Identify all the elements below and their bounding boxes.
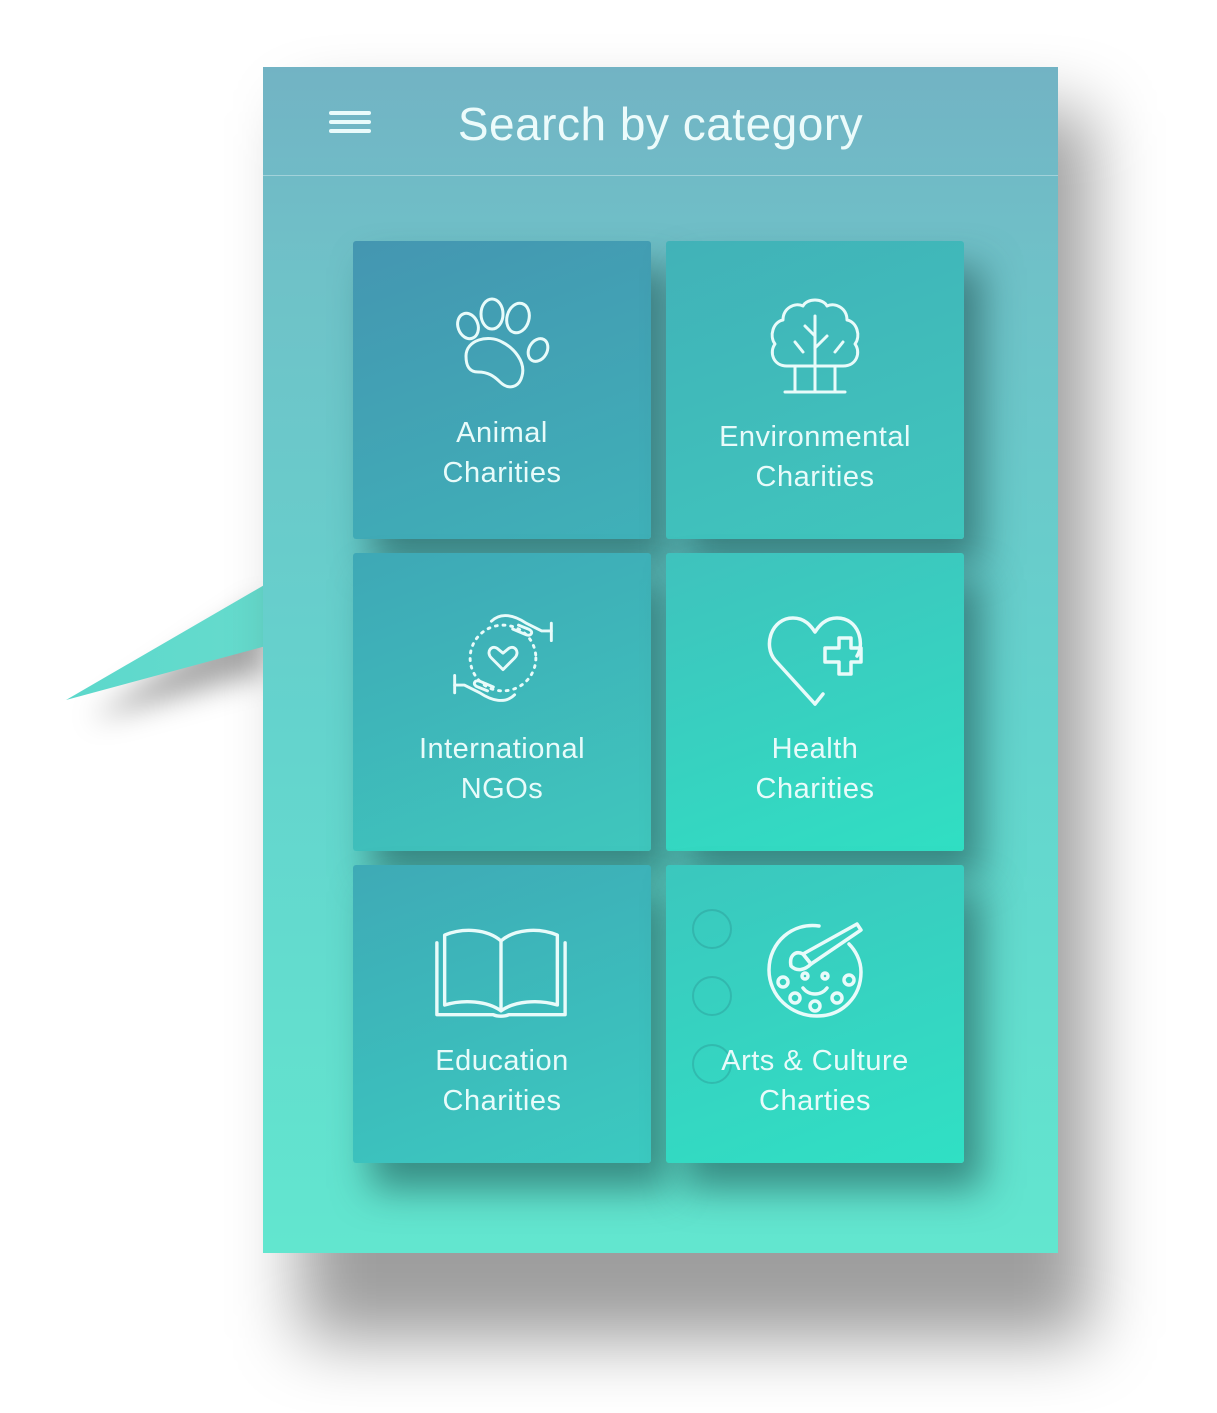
caring-hands-icon: [453, 614, 553, 702]
decorative-circle: [692, 976, 732, 1016]
page-title: Search by category: [457, 98, 864, 150]
heart-plus-icon: [767, 616, 863, 706]
category-tile-international-ngos[interactable]: International NGOs: [353, 553, 651, 851]
category-label: Environmental Charities: [676, 417, 954, 497]
phone-screen: Search by category Animal Charities Envi…: [263, 67, 1058, 1253]
app-header: Search by category: [263, 67, 1058, 176]
category-tile-health[interactable]: Health Charities: [666, 553, 964, 851]
category-label: Health Charities: [676, 729, 954, 809]
decorative-circle: [692, 909, 732, 949]
category-tile-arts-culture[interactable]: Arts & Culture Charties: [666, 865, 964, 1163]
category-label-line1: Environmental: [719, 421, 911, 453]
hamburger-menu-icon[interactable]: [329, 111, 375, 141]
category-label-line2: Charities: [755, 773, 875, 805]
paint-palette-icon: [767, 922, 863, 1018]
category-label-line2: Charties: [759, 1085, 871, 1117]
category-label-line1: Animal: [456, 417, 548, 449]
category-label: Animal Charities: [363, 413, 641, 493]
category-label-line2: Charities: [755, 461, 875, 493]
category-label-line2: Charities: [442, 457, 562, 489]
category-label-line1: Arts & Culture: [721, 1045, 909, 1077]
category-tile-environmental[interactable]: Environmental Charities: [666, 241, 964, 539]
category-label: International NGOs: [363, 729, 641, 809]
tree-icon: [770, 298, 860, 394]
category-tile-animal[interactable]: Animal Charities: [353, 241, 651, 539]
category-label: Education Charities: [363, 1041, 641, 1121]
category-label-line1: International: [418, 733, 586, 765]
open-book-icon: [435, 928, 567, 1018]
paw-icon: [456, 297, 550, 389]
category-tile-education[interactable]: Education Charities: [353, 865, 651, 1163]
category-label: Arts & Culture Charties: [676, 1041, 954, 1121]
category-label-line1: Health: [771, 733, 859, 765]
category-label-line1: Education: [435, 1045, 569, 1077]
category-label-line2: Charities: [442, 1085, 562, 1117]
category-label-line2: NGOs: [460, 773, 544, 805]
